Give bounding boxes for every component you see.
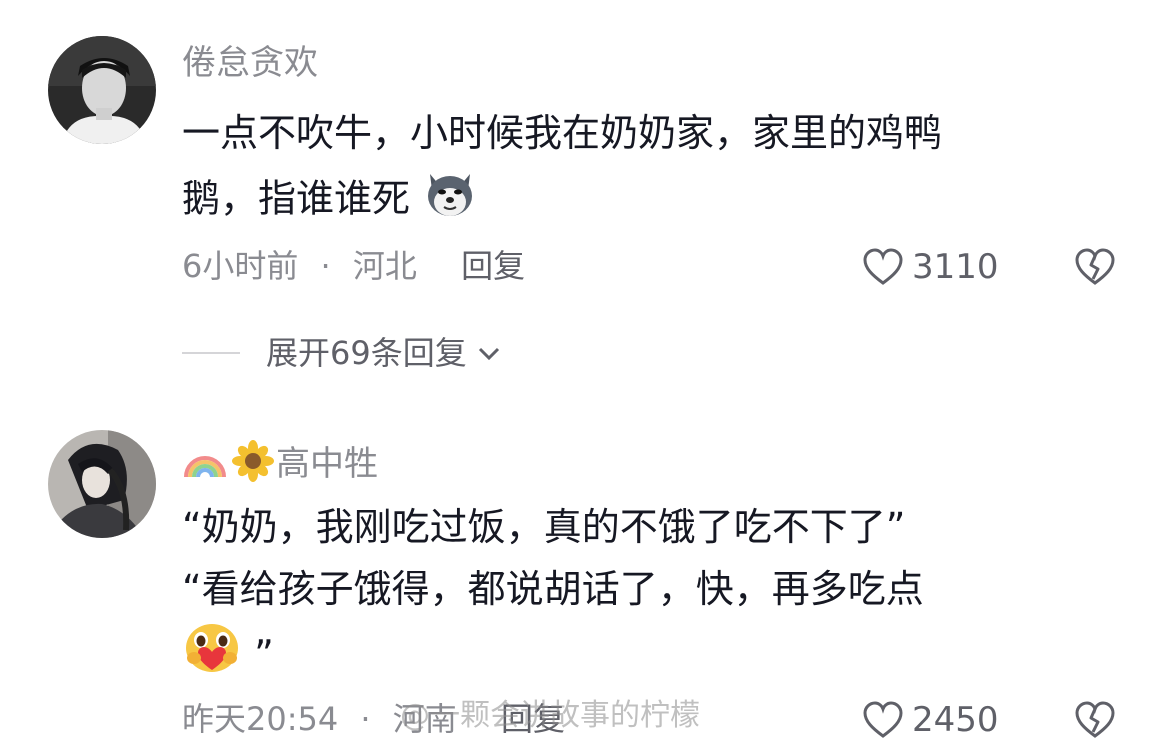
username-text: 高中牲 bbox=[276, 444, 378, 484]
comment-text-suffix: ” bbox=[254, 632, 274, 677]
comment-meta: 6小时前 · 河北 回复 bbox=[182, 250, 525, 282]
comment-location: 河北 bbox=[352, 247, 417, 285]
avatar[interactable] bbox=[48, 36, 156, 144]
avatar[interactable] bbox=[48, 430, 156, 538]
meta-separator: · bbox=[360, 700, 371, 738]
like-count: 2450 bbox=[912, 700, 999, 740]
reply-button[interactable]: 回复 bbox=[461, 247, 525, 285]
chevron-down-icon bbox=[478, 347, 499, 361]
like-button[interactable]: 2450 bbox=[862, 701, 999, 739]
expand-replies-button[interactable]: 展开69条回复 bbox=[182, 337, 503, 369]
like-count: 3110 bbox=[912, 247, 999, 287]
comment-text: “奶奶，我刚吃过饭，真的不饿了吃不下了” “看给孩子饿得，都说胡话了，快，再多吃… bbox=[182, 496, 924, 694]
comment-text-line: 鹅，指谁谁死 bbox=[182, 176, 411, 221]
broken-heart-icon bbox=[1075, 701, 1115, 738]
comment-text: 一点不吹牛，小时候我在奶奶家，家里的鸡鸭 鹅，指谁谁死 bbox=[182, 102, 942, 238]
rainbow-emoji-icon bbox=[182, 441, 228, 487]
dislike-button[interactable] bbox=[1074, 701, 1116, 743]
divider-line bbox=[182, 352, 240, 354]
watermark: @一颗会讲故事的柠檬 bbox=[400, 698, 700, 733]
comment-time: 昨天20:54 bbox=[182, 700, 339, 738]
comment-text-line: “奶奶，我刚吃过饭，真的不饿了吃不下了” bbox=[182, 505, 906, 549]
sunflower-emoji-icon bbox=[232, 440, 274, 488]
dog-emoji-icon bbox=[422, 164, 478, 238]
heart-hug-emoji-icon bbox=[182, 620, 242, 694]
meta-separator: · bbox=[320, 247, 331, 285]
like-button[interactable]: 3110 bbox=[862, 248, 999, 286]
broken-heart-icon bbox=[1075, 248, 1115, 285]
comment-text-line: “看给孩子饿得，都说胡话了，快，再多吃点 bbox=[182, 567, 924, 611]
username[interactable]: 高中牲 bbox=[182, 440, 378, 488]
heart-icon bbox=[863, 701, 903, 738]
comment-text-line: 一点不吹牛，小时候我在奶奶家，家里的鸡鸭 bbox=[182, 111, 943, 155]
username[interactable]: 倦怠贪欢 bbox=[182, 46, 318, 80]
comment-time: 6小时前 bbox=[182, 247, 299, 285]
heart-icon bbox=[863, 248, 903, 285]
expand-replies-label: 展开69条回复 bbox=[266, 334, 467, 372]
dislike-button[interactable] bbox=[1074, 248, 1116, 290]
